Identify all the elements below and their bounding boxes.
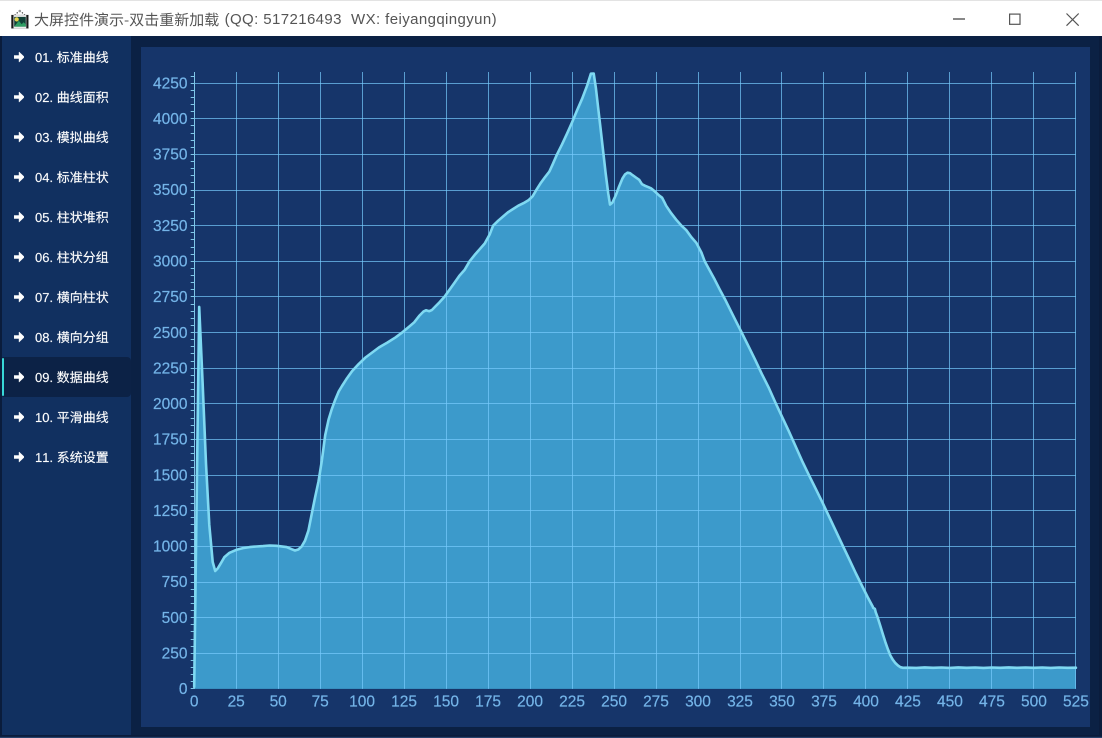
svg-text:225: 225 — [559, 694, 585, 711]
svg-text:25: 25 — [228, 694, 245, 711]
svg-text:450: 450 — [937, 694, 963, 711]
svg-text:250: 250 — [601, 694, 627, 711]
svg-text:250: 250 — [162, 646, 188, 663]
svg-text:400: 400 — [853, 694, 879, 711]
svg-text:300: 300 — [685, 694, 711, 711]
svg-text:325: 325 — [727, 694, 753, 711]
svg-text:50: 50 — [270, 694, 288, 711]
svg-text:1750: 1750 — [153, 432, 188, 449]
svg-text:0: 0 — [179, 681, 188, 698]
svg-text:375: 375 — [811, 694, 837, 711]
svg-text:2250: 2250 — [153, 360, 188, 377]
svg-text:150: 150 — [433, 694, 459, 711]
svg-text:425: 425 — [895, 694, 921, 711]
svg-text:4000: 4000 — [153, 111, 188, 128]
svg-text:3750: 3750 — [153, 147, 188, 164]
svg-text:4250: 4250 — [153, 75, 188, 92]
svg-text:3250: 3250 — [153, 218, 188, 235]
svg-text:750: 750 — [162, 574, 188, 591]
svg-text:275: 275 — [643, 694, 669, 711]
svg-text:525: 525 — [1063, 694, 1089, 711]
svg-text:500: 500 — [1021, 694, 1047, 711]
svg-text:1250: 1250 — [153, 503, 188, 520]
svg-text:1500: 1500 — [153, 467, 188, 484]
svg-text:75: 75 — [312, 694, 329, 711]
svg-text:0: 0 — [190, 694, 199, 711]
svg-text:3000: 3000 — [153, 254, 188, 271]
svg-text:475: 475 — [979, 694, 1005, 711]
svg-text:350: 350 — [769, 694, 795, 711]
svg-text:2750: 2750 — [153, 289, 188, 306]
svg-text:200: 200 — [517, 694, 543, 711]
svg-text:2000: 2000 — [153, 396, 188, 413]
svg-text:125: 125 — [391, 694, 417, 711]
svg-text:175: 175 — [475, 694, 501, 711]
svg-text:2500: 2500 — [153, 325, 188, 342]
svg-text:1000: 1000 — [153, 539, 188, 556]
svg-text:100: 100 — [349, 694, 375, 711]
svg-text:500: 500 — [162, 610, 188, 627]
svg-text:3500: 3500 — [153, 182, 188, 199]
